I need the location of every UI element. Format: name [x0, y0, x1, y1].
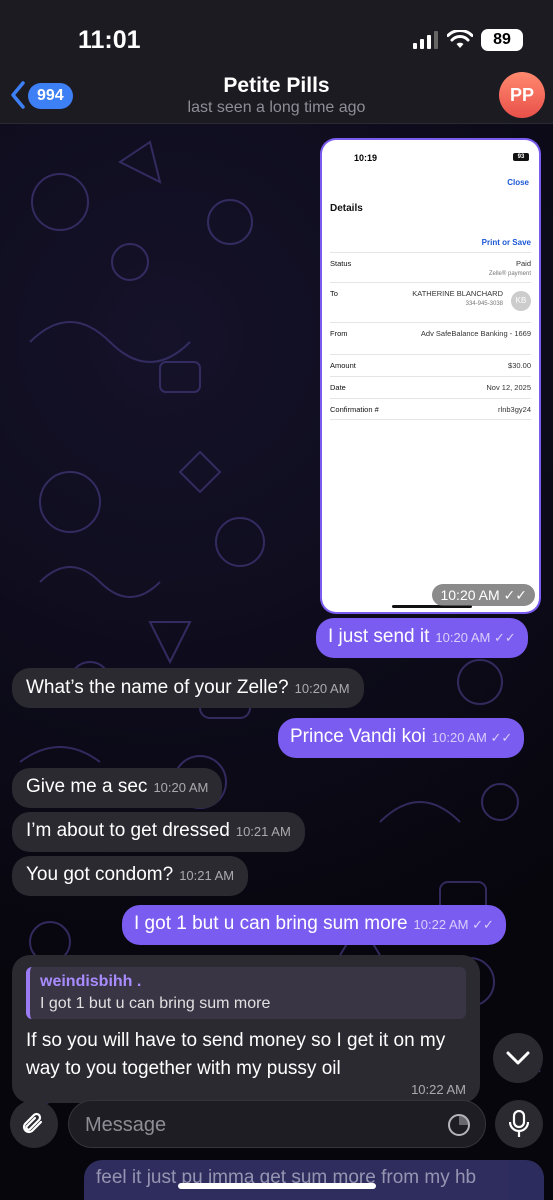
- partial-message-bubble: feel it just pu imma get sum more from m…: [84, 1160, 544, 1200]
- sticker-icon[interactable]: [447, 1113, 471, 1137]
- screenshot-title: Details: [330, 203, 363, 214]
- status-time: 11:01: [78, 26, 141, 54]
- photo-timestamp: 10:20 AM ✓✓: [432, 584, 535, 606]
- cellular-signal-icon: [413, 31, 438, 49]
- last-seen-status: last seen a long time ago: [187, 99, 366, 116]
- read-checkmarks-icon: ✓✓: [490, 730, 513, 745]
- screenshot-status-time: 10:19: [354, 153, 378, 163]
- voice-record-button[interactable]: [495, 1100, 543, 1148]
- message-bubble-outgoing[interactable]: I just send it 10:20 AM ✓✓: [316, 618, 528, 658]
- screenshot-row-status: Status Paid Zelle® payment: [330, 252, 531, 282]
- message-input-bar: Message: [0, 1096, 553, 1152]
- battery-indicator: 89: [481, 29, 523, 51]
- message-bubble-incoming[interactable]: Give me a sec 10:20 AM: [12, 768, 223, 808]
- microphone-icon: [509, 1110, 529, 1137]
- wifi-icon: [447, 30, 473, 48]
- screenshot-close: Close: [507, 178, 529, 187]
- reply-text: If so you will have to send money so I g…: [26, 1030, 446, 1079]
- screenshot-print: Print or Save: [481, 238, 531, 247]
- quoted-message[interactable]: weindisbihh . I got 1 but u can bring su…: [26, 967, 466, 1019]
- chat-title[interactable]: Petite Pills: [0, 74, 553, 98]
- screenshot-recipient-avatar: KB: [511, 291, 531, 311]
- screenshot-row-confirmation: Confirmation # rlnb3gy24: [330, 398, 531, 420]
- chat-header: 994 Petite Pills last seen a long time a…: [0, 66, 553, 124]
- payment-screenshot: 10:19 93 Close Details Print or Save Sta…: [322, 140, 539, 612]
- screenshot-row-from: From Adv SafeBalance Banking - 1669: [330, 322, 531, 354]
- home-indicator[interactable]: [178, 1183, 376, 1189]
- screenshot-battery: 93: [513, 153, 529, 161]
- quoted-sender: weindisbihh .: [40, 973, 142, 990]
- status-bar: 11:01 89: [0, 0, 553, 66]
- avatar[interactable]: PP: [499, 72, 545, 118]
- message-placeholder: Message: [85, 1114, 167, 1136]
- attach-button[interactable]: [10, 1100, 58, 1148]
- chevron-down-icon: [506, 1051, 530, 1065]
- read-checkmarks-icon: ✓✓: [503, 587, 527, 603]
- scroll-to-bottom-button[interactable]: [493, 1033, 543, 1083]
- status-icons: 89: [413, 28, 523, 52]
- message-bubble-incoming[interactable]: What’s the name of your Zelle? 10:20 AM: [12, 668, 364, 708]
- reply-message-bubble[interactable]: weindisbihh . I got 1 but u can bring su…: [12, 955, 480, 1103]
- message-bubble-outgoing[interactable]: I got 1 but u can bring sum more 10:22 AM…: [122, 905, 506, 945]
- screenshot-row-amount: Amount $30.00: [330, 354, 531, 376]
- message-bubble-incoming[interactable]: I’m about to get dressed 10:21 AM: [12, 812, 305, 852]
- quoted-text: I got 1 but u can bring sum more: [40, 995, 271, 1012]
- message-timestamp: 10:22 AM: [411, 1082, 466, 1097]
- screenshot-row-to: To KATHERINE BLANCHARD 334-945-3038 KB: [330, 282, 531, 322]
- message-bubble-incoming[interactable]: You got condom? 10:21 AM: [12, 856, 249, 896]
- screenshot-row-date: Date Nov 12, 2025: [330, 376, 531, 398]
- message-bubble-outgoing[interactable]: Prince Vandi koi 10:20 AM ✓✓: [278, 718, 525, 758]
- paperclip-icon: [22, 1112, 43, 1134]
- read-checkmarks-icon: ✓✓: [493, 630, 516, 645]
- read-checkmarks-icon: ✓✓: [472, 917, 494, 932]
- photo-message[interactable]: 10:19 93 Close Details Print or Save Sta…: [320, 138, 541, 614]
- message-input[interactable]: Message: [68, 1100, 486, 1148]
